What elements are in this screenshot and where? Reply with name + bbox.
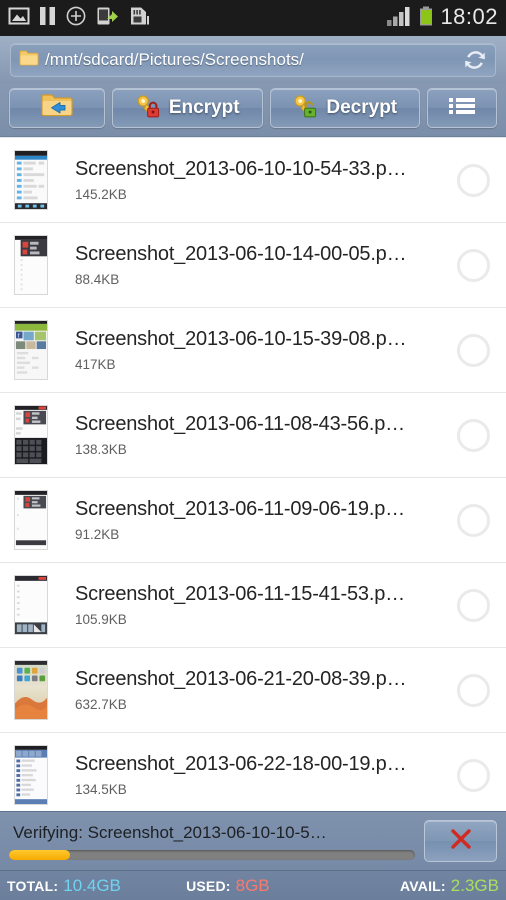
file-thumbnail [14,150,48,210]
file-size: 91.2KB [75,527,120,542]
file-select-checkbox[interactable] [457,503,490,537]
file-thumbnail: f [14,320,48,380]
action-toolbar: Encrypt Decrypt [0,84,506,137]
refresh-icon[interactable] [457,48,487,72]
navigate-up-button[interactable] [9,88,105,128]
gallery-image-icon [8,5,30,32]
table-row[interactable]: Screenshot_2013-06-11-15-41-53.p… 105.9K… [0,563,506,648]
progress-info: Verifying: Screenshot_2013-06-10-10-5… [9,823,424,860]
file-thumbnail [14,235,48,295]
progress-bar-fill [9,849,70,860]
file-thumbnail [14,490,48,550]
file-select-checkbox[interactable] [457,758,490,792]
signal-bars-icon [386,5,412,32]
table-row[interactable]: Screenshot_2013-06-22-18-00-19.p… 134.5K… [0,733,506,811]
table-row[interactable]: Screenshot_2013-06-11-08-43-56.p… 138.3K… [0,393,506,478]
table-row[interactable]: Screenshot_2013-06-10-14-00-05.p… 88.4KB [0,223,506,308]
file-thumbnail [14,745,48,805]
file-info: Screenshot_2013-06-22-18-00-19.p… 134.5K… [75,753,447,797]
storage-avail-label: AVAIL: [400,877,446,894]
decrypt-button-label: Decrypt [326,97,398,118]
storage-total-value: 10.4GB [63,875,121,895]
encrypt-button-label: Encrypt [168,97,240,118]
cancel-operation-button[interactable] [424,820,497,862]
status-bar: 18:02 [0,0,506,36]
path-bar-container: /mnt/sdcard/Pictures/Screenshots/ [0,36,506,84]
storage-used-value: 8GB [235,875,270,895]
file-size: 134.5KB [75,782,127,797]
list-menu-button[interactable] [427,88,497,128]
file-name: Screenshot_2013-06-10-14-00-05.p… [75,243,407,265]
file-size: 88.4KB [75,272,120,287]
close-x-icon [448,826,474,857]
battery-icon [418,5,434,32]
file-info: Screenshot_2013-06-11-09-06-19.p… 91.2KB [75,498,447,542]
table-row[interactable]: Screenshot_2013-06-10-10-54-33.p… 145.2K… [0,138,506,223]
storage-used-label: USED: [186,877,231,894]
key-lock-open-icon [292,93,318,124]
storage-summary-bar: TOTAL: 10.4GB USED: 8GB AVAIL: 2.3GB [0,870,506,900]
operation-progress-panel: Verifying: Screenshot_2013-06-10-10-5… [0,811,506,870]
file-thumbnail [14,405,48,465]
progress-bar [9,849,415,860]
file-select-checkbox[interactable] [457,588,490,622]
storage-avail-value: 2.3GB [450,875,499,895]
pause-icon [39,5,56,32]
file-info: Screenshot_2013-06-11-15-41-53.p… 105.9K… [75,583,447,627]
decrypt-button[interactable]: Decrypt [269,88,420,128]
file-size: 138.3KB [75,442,127,457]
file-name: Screenshot_2013-06-21-20-08-39.p… [75,668,407,690]
file-name: Screenshot_2013-06-11-15-41-53.p… [75,583,405,605]
file-select-checkbox[interactable] [457,673,490,707]
file-info: Screenshot_2013-06-10-15-39-08.p… 417KB [75,328,447,372]
file-thumbnail [14,660,48,720]
file-manager-app: 18:02 /mnt/sdcard/Pictures/Screenshots/ [0,0,506,900]
file-name: Screenshot_2013-06-10-10-54-33.p… [75,158,407,180]
file-select-checkbox[interactable] [457,418,490,452]
path-text: /mnt/sdcard/Pictures/Screenshots/ [45,50,304,69]
file-select-checkbox[interactable] [457,333,490,367]
file-size: 417KB [75,357,116,372]
device-transfer-icon [96,5,119,32]
file-size: 145.2KB [75,187,127,202]
file-select-checkbox[interactable] [457,248,490,282]
status-bar-clock: 18:02 [440,4,498,29]
progress-status-text: Verifying: Screenshot_2013-06-10-10-5… [13,822,327,842]
file-size: 105.9KB [75,612,127,627]
path-bar[interactable]: /mnt/sdcard/Pictures/Screenshots/ [10,43,496,77]
status-bar-notification-icons [8,5,150,32]
file-info: Screenshot_2013-06-10-14-00-05.p… 88.4KB [75,243,447,287]
plus-circle-icon [65,5,87,32]
file-info: Screenshot_2013-06-10-10-54-33.p… 145.2K… [75,158,447,202]
file-name: Screenshot_2013-06-11-09-06-19.p… [75,498,405,520]
file-name: Screenshot_2013-06-11-08-43-56.p… [75,413,405,435]
table-row[interactable]: Screenshot_2013-06-11-09-06-19.p… 91.2KB [0,478,506,563]
file-list: Screenshot_2013-06-10-10-54-33.p… 145.2K… [0,137,506,811]
table-row[interactable]: f Screenshot_2013-06-10-15-39-08.p… 417K… [0,308,506,393]
table-row[interactable]: Screenshot_2013-06-21-20-08-39.p… 632.7K… [0,648,506,733]
file-size: 632.7KB [75,697,127,712]
file-thumbnail [14,575,48,635]
folder-back-icon [40,92,74,124]
encrypt-button[interactable]: Encrypt [112,88,263,128]
file-info: Screenshot_2013-06-21-20-08-39.p… 632.7K… [75,668,447,712]
file-info: Screenshot_2013-06-11-08-43-56.p… 138.3K… [75,413,447,457]
file-select-checkbox[interactable] [457,163,490,197]
storage-avail: AVAIL: 2.3GB [400,876,499,896]
storage-total: TOTAL: 10.4GB [7,876,121,896]
file-name: Screenshot_2013-06-10-15-39-08.p… [75,328,407,350]
key-lock-closed-icon [135,93,161,124]
list-menu-icon [448,95,476,122]
status-bar-system-icons: 18:02 [386,5,498,32]
file-name: Screenshot_2013-06-22-18-00-19.p… [75,753,407,775]
storage-used: USED: 8GB [186,876,270,896]
sd-card-icon [128,5,150,32]
storage-total-label: TOTAL: [7,877,59,894]
folder-icon [19,49,39,72]
